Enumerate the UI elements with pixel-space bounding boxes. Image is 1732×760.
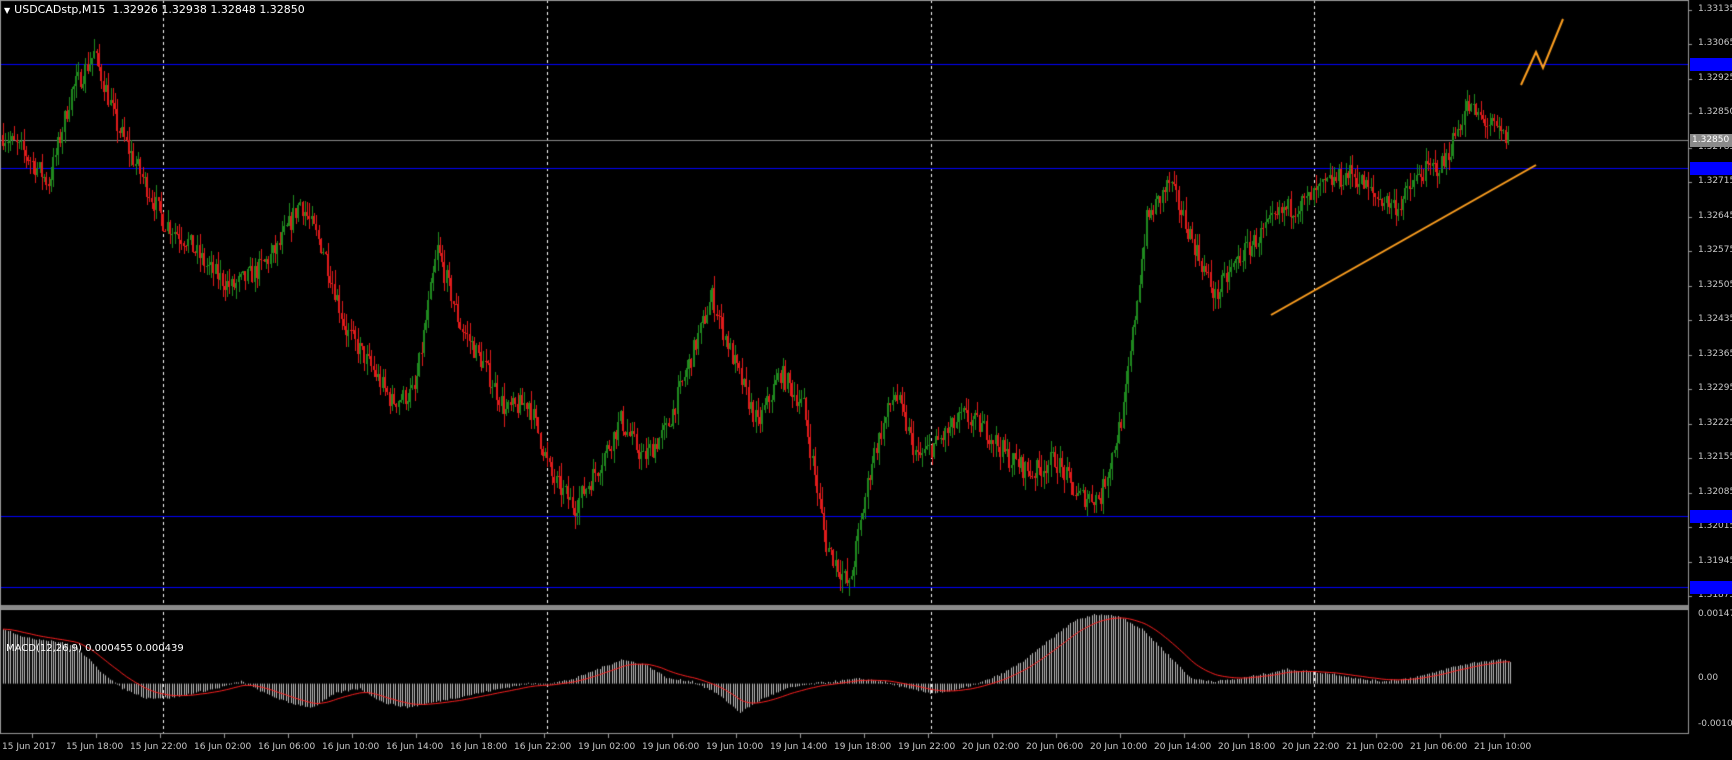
current-price-flag: 1.32850 <box>1690 133 1732 147</box>
time-axis-label: 20 Jun 14:00 <box>1154 742 1212 752</box>
time-axis-label: 15 Jun 18:00 <box>66 742 124 752</box>
time-axis-label: 20 Jun 02:00 <box>962 742 1020 752</box>
price-axis-label: 1.32435 <box>1698 314 1732 325</box>
time-axis-label: 20 Jun 18:00 <box>1218 742 1276 752</box>
price-axis-label: 1.32155 <box>1698 452 1732 463</box>
time-axis-label: 16 Jun 18:00 <box>450 742 508 752</box>
time-axis-label: 19 Jun 22:00 <box>898 742 956 752</box>
price-axis-label: 1.32085 <box>1698 486 1732 497</box>
symbol-timeframe: USDCADstp,M15 <box>14 3 106 16</box>
time-axis-label: 20 Jun 22:00 <box>1282 742 1340 752</box>
time-axis-label: 21 Jun 10:00 <box>1474 742 1532 752</box>
level-price-flag <box>1690 162 1732 176</box>
price-axis-label: 1.32225 <box>1698 417 1732 428</box>
time-axis-label: 16 Jun 14:00 <box>386 742 444 752</box>
price-axis-label: 1.32295 <box>1698 383 1732 394</box>
macd-axis-label: 0.00 <box>1698 673 1719 683</box>
price-axis-label: 1.33065 <box>1698 38 1732 49</box>
time-axis-label: 19 Jun 06:00 <box>642 742 700 752</box>
price-axis-label: 1.32925 <box>1698 72 1732 83</box>
macd-axis-label: -0.00103 <box>1698 719 1732 729</box>
price-axis-label: 1.32365 <box>1698 348 1732 359</box>
time-axis-label: 16 Jun 10:00 <box>322 742 380 752</box>
time-axis-label: 21 Jun 02:00 <box>1346 742 1404 752</box>
price-axis-label: 1.32715 <box>1698 176 1732 187</box>
level-price-flag <box>1690 581 1732 595</box>
price-axis-label: 1.32850 <box>1698 107 1732 118</box>
time-axis-label: 19 Jun 14:00 <box>770 742 828 752</box>
price-axis-label: 1.33135 <box>1698 4 1732 14</box>
chevron-down-icon[interactable]: ▼ <box>4 6 10 15</box>
level-price-flag <box>1690 57 1732 71</box>
time-axis-label: 19 Jun 18:00 <box>834 742 892 752</box>
price-axis-label: 1.32505 <box>1698 279 1732 290</box>
price-chart-canvas[interactable] <box>0 0 1732 760</box>
time-axis-label: 19 Jun 02:00 <box>578 742 636 752</box>
price-axis-label: 1.32645 <box>1698 210 1732 221</box>
time-axis-label: 21 Jun 06:00 <box>1410 742 1468 752</box>
time-axis-label: 19 Jun 10:00 <box>706 742 764 752</box>
ohlc-values: 1.32926 1.32938 1.32848 1.32850 <box>112 3 305 16</box>
time-axis-label: 16 Jun 22:00 <box>514 742 572 752</box>
price-axis-label: 1.32575 <box>1698 245 1732 256</box>
current-price-label: 1.32850 <box>1692 134 1730 145</box>
time-axis-label: 16 Jun 06:00 <box>258 742 316 752</box>
level-price-flag <box>1690 509 1732 523</box>
macd-axis-label: 0.001473 <box>1698 609 1732 619</box>
price-axis-label: 1.31945 <box>1698 555 1732 566</box>
time-axis-label: 15 Jun 22:00 <box>130 742 188 752</box>
time-axis-label: 20 Jun 06:00 <box>1026 742 1084 752</box>
time-axis-label: 16 Jun 02:00 <box>194 742 252 752</box>
time-axis-label: 20 Jun 10:00 <box>1090 742 1148 752</box>
macd-indicator-label: MACD(12,26,9) 0.000455 0.000439 <box>6 643 184 654</box>
time-axis-label: 15 Jun 2017 <box>2 742 57 752</box>
chart-header: ▼ USDCADstp,M15 1.32926 1.32938 1.32848 1… <box>4 3 305 16</box>
